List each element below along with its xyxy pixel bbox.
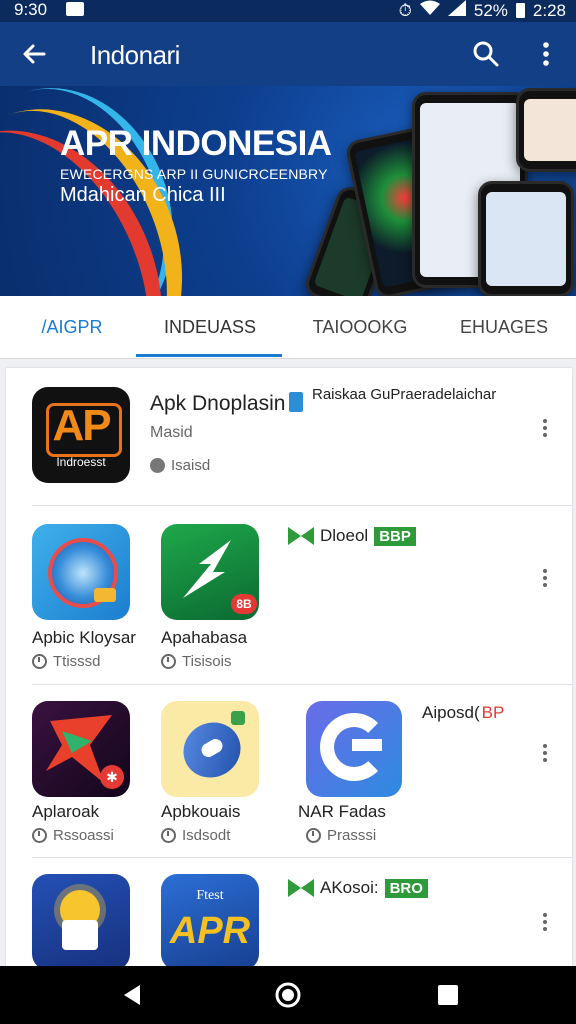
app-meta-text: Prasssi [327, 827, 377, 844]
row-tag: Dloeol BBP [288, 526, 416, 546]
app-name-nar-fadas: NAR Fadas [298, 802, 386, 821]
featured-meta-text: Isaisd [171, 457, 211, 474]
more-vert-icon[interactable] [535, 741, 555, 767]
app-name-apbic: Apbic Kloysar [32, 628, 136, 647]
more-vert-icon[interactable] [535, 910, 555, 936]
featured-side-text: Raiskaa GuPraeradelaichar [312, 386, 497, 403]
battery-text: 52% [473, 0, 508, 20]
row-tag-label: AKosoi: [320, 878, 379, 897]
category-tabs: /AIGPR INDEUASS TAIOOOKG EHUAGES [0, 296, 576, 359]
app-icon-apbkouais[interactable] [161, 701, 259, 797]
arrow-left-icon[interactable] [18, 38, 50, 70]
clock-icon [32, 828, 47, 843]
tab-ehuages[interactable]: EHUAGES [432, 296, 576, 358]
clock-icon [161, 828, 176, 843]
tab-indeuass[interactable]: INDEUASS [138, 296, 282, 358]
tab-taiooogk[interactable]: TAIOOOKG [288, 296, 432, 358]
clock-icon [306, 828, 321, 843]
apr-icon-caption: Ftest [196, 888, 224, 903]
row-tag-label: Dloeol [320, 526, 369, 545]
app-name-aplaroak: Aplaroak [32, 802, 100, 821]
row-tag: AKosoi: BRO [288, 878, 428, 898]
app-meta-apbic: Ttisssd [32, 653, 101, 670]
featured-app-name: Apk Dnoplasin [150, 392, 286, 415]
app-name-apbkouais: Apbkouais [161, 802, 241, 821]
app-meta-text: Tisisois [182, 653, 232, 670]
featured-meta: Isaisd [150, 457, 210, 474]
alarm-icon: ⏱ [398, 0, 412, 20]
app-icon-apbic[interactable] [32, 524, 130, 620]
row-tag-label: Aiposd( [422, 703, 480, 722]
banner-tablet [478, 181, 574, 296]
clock-icon [32, 654, 47, 669]
battery-icon [515, 3, 525, 18]
featured-app-icon[interactable]: AP Indroesst [32, 387, 130, 483]
app-icon-apr[interactable]: Ftest APR [161, 874, 259, 968]
banner-tagline: Mdahican Chica III [60, 184, 226, 206]
app-meta-text: Isdsodt [182, 827, 231, 844]
wifi-icon [419, 0, 440, 21]
app-meta-apahabasa: Tisisois [161, 653, 231, 670]
app-badge: 8B [231, 594, 257, 614]
app-row-3: ✱ Aplaroak Rssoassi Apbkouais Isdsodt NA… [6, 685, 572, 857]
row-tag: Aiposd( BP [422, 703, 504, 723]
tab-indicator [136, 354, 282, 357]
nav-back-icon[interactable] [118, 981, 146, 1009]
app-meta-apbkouais: Isdsodt [161, 827, 230, 844]
tab-aigpr[interactable]: /AIGPR [0, 296, 144, 358]
app-icon-sun[interactable] [32, 874, 130, 968]
apr-icon-letters: APR [169, 910, 251, 952]
search-icon[interactable] [470, 38, 502, 70]
app-icon-aplaroak[interactable]: ✱ [32, 701, 130, 797]
clock-icon [161, 654, 176, 669]
row-tag-badge: BBP [374, 526, 416, 546]
star-badge-icon: ✱ [100, 765, 124, 789]
app-icon-nar-fadas[interactable] [306, 701, 402, 797]
featured-subtitle: Masid [150, 424, 193, 441]
row-tag-badge: BP [481, 703, 505, 722]
app-name-apahabasa: Apahabasa [161, 628, 248, 647]
app-icon-apahabasa[interactable]: 8B [161, 524, 259, 620]
featured-app-row[interactable]: AP Indroesst Apk Dnoplasin Raiskaa GuPra… [6, 368, 572, 504]
app-list-card: AP Indroesst Apk Dnoplasin Raiskaa GuPra… [6, 368, 572, 968]
more-vert-icon[interactable] [535, 566, 555, 592]
ribbon-icon [288, 527, 314, 545]
page-title: Indonari [90, 40, 180, 70]
app-meta-text: Ttisssd [53, 653, 101, 670]
chat-icon [150, 458, 165, 473]
more-vert-icon[interactable] [535, 416, 555, 442]
app-meta-aplaroak: Rssoassi [32, 827, 114, 844]
banner-phone-4 [516, 88, 576, 172]
featured-icon-caption: Indroesst [56, 455, 106, 469]
more-vert-icon[interactable] [532, 38, 560, 70]
featured-icon-letters: AP [52, 401, 111, 450]
app-row-4: Ftest APR AKosoi: BRO [6, 858, 572, 968]
system-nav-bar [0, 966, 576, 1024]
ribbon-icon [288, 879, 314, 897]
status-time: 9:30 [14, 0, 48, 19]
app-meta-text: Rssoassi [53, 827, 114, 844]
status-right: ⏱ 52% 2:28 [399, 0, 566, 21]
status-bar: 9:30 ⏱ 52% 2:28 [0, 0, 576, 22]
promo-banner[interactable]: APR INDONESIA EWECERGNS ARP II GUNICRCEE… [0, 86, 576, 296]
signal-icon [447, 0, 466, 21]
status-clock: 2:28 [532, 0, 566, 20]
notification-icon [66, 2, 84, 16]
row-tag-badge: BRO [384, 878, 428, 898]
banner-title: APR INDONESIA [60, 124, 332, 163]
app-row-2: Apbic Kloysar Ttisssd 8B Apahabasa Tisis… [6, 506, 572, 684]
nav-home-icon[interactable] [274, 981, 302, 1009]
app-toolbar: Indonari [0, 22, 576, 86]
banner-subtitle: EWECERGNS ARP II GUNICRCEENBRY [60, 166, 328, 182]
verified-icon [289, 392, 303, 412]
nav-recents-icon[interactable] [434, 981, 462, 1009]
app-meta-nar-fadas: Prasssi [306, 827, 376, 844]
